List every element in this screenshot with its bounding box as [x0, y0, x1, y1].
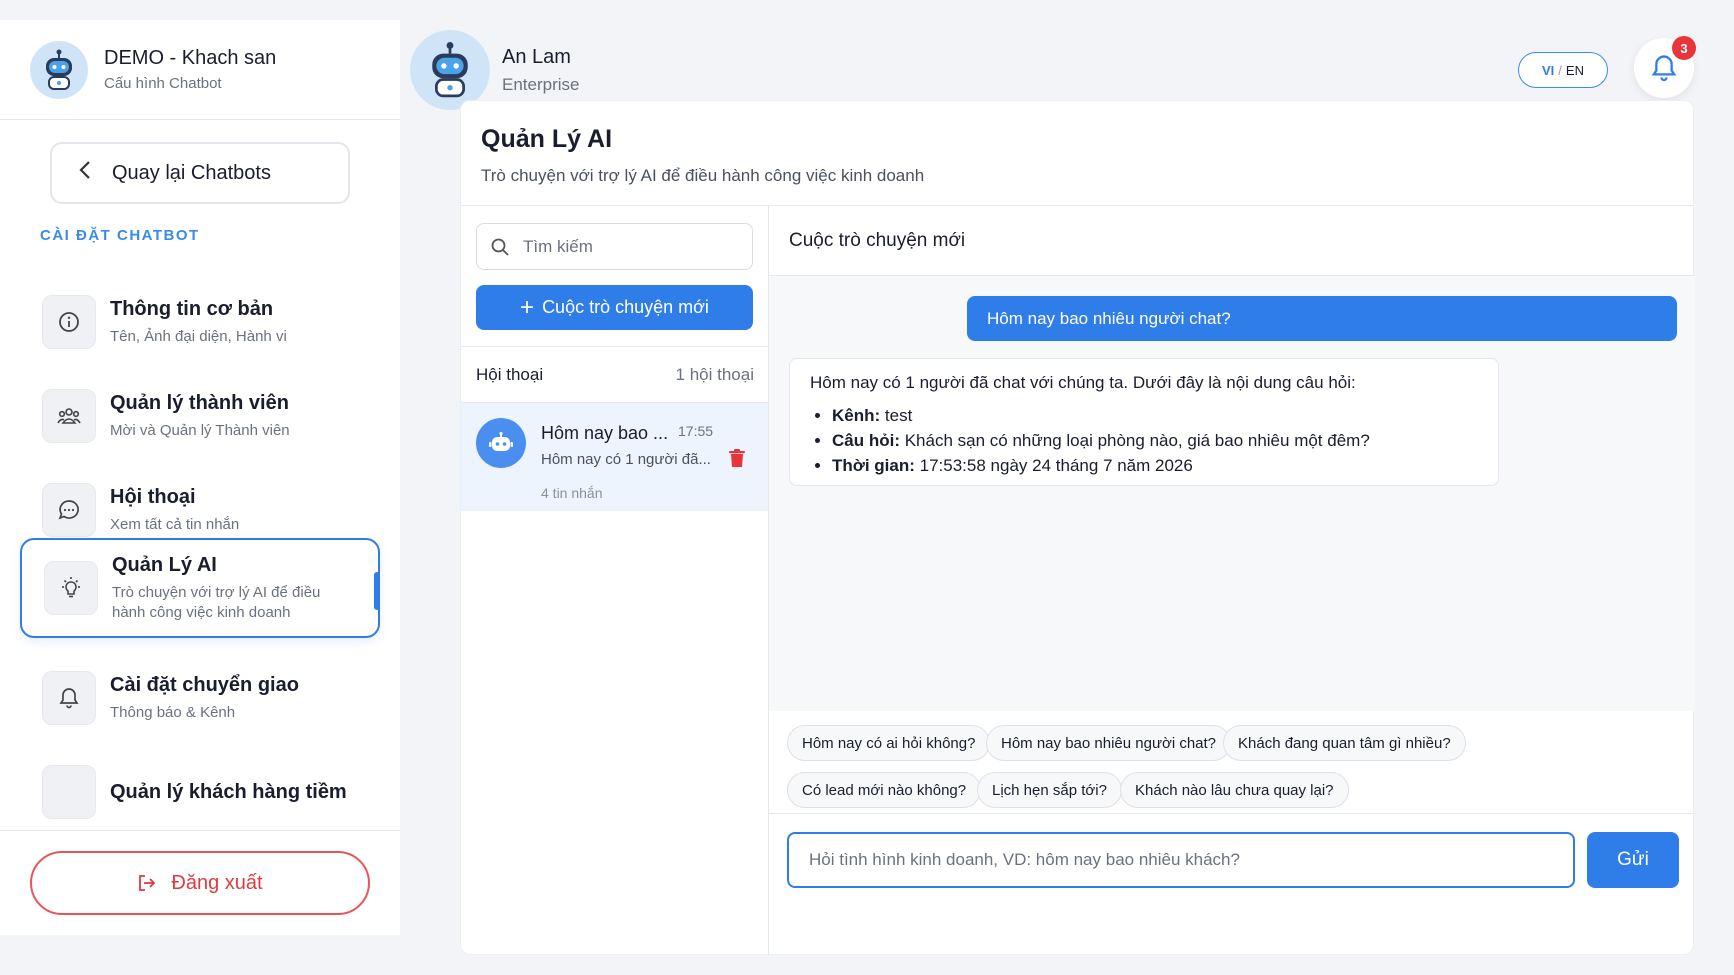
menu-item-desc: Xem tất cả tin nhắn	[110, 515, 240, 533]
chat-panel: Cuộc trò chuyện mới Hôm nay bao nhiêu ng…	[769, 206, 1695, 956]
user-profile[interactable]: An Lam Enterprise	[410, 30, 579, 110]
chatbot-name: DEMO - Khach san	[104, 47, 277, 69]
menu-item-title: Hội thoại	[110, 485, 196, 508]
conversation-title: Hôm nay bao ...	[541, 423, 669, 443]
send-button[interactable]: Gửi	[1587, 832, 1679, 888]
logout-icon	[139, 875, 156, 891]
bot-item-value: test	[880, 406, 913, 425]
robot-icon	[489, 432, 513, 451]
search-input[interactable]	[523, 236, 723, 257]
menu-item-title: Thông tin cơ bản	[110, 297, 274, 320]
menu-item-desc-line1: Trò chuyện với trợ lý AI để điều	[112, 583, 321, 601]
menu-item-ai-management[interactable]: Quản Lý AI Trò chuyện với trợ lý AI để đ…	[20, 538, 380, 638]
menu-item-handoff-settings[interactable]: Cài đặt chuyển giao Thông báo & Kênh	[20, 648, 380, 748]
menu-item-desc: Thông báo & Kênh	[110, 703, 236, 721]
menu-item-desc: Tên, Ảnh đại diện, Hành vi	[110, 327, 287, 345]
lead-icon	[42, 765, 96, 819]
info-icon	[42, 295, 96, 349]
menu-item-desc: Mời và Quản lý Thành viên	[110, 421, 290, 439]
conversation-count: 1 hội thoại	[675, 364, 754, 384]
suggestion-chip[interactable]: Khách đang quan tâm gì nhiều?	[1223, 725, 1466, 761]
bell-icon	[42, 671, 96, 725]
user-name: An Lam	[502, 45, 571, 68]
bot-item-label: Câu hỏi:	[832, 431, 900, 450]
bot-message-item: Kênh: test	[832, 403, 1478, 428]
conversation-time: 17:55	[678, 423, 714, 439]
settings-menu: Thông tin cơ bản Tên, Ảnh đại diện, Hành…	[0, 272, 400, 828]
trash-icon	[729, 449, 745, 467]
menu-item-basic-info[interactable]: Thông tin cơ bản Tên, Ảnh đại diện, Hành…	[20, 272, 380, 372]
conversation-list-panel: + Cuộc trò chuyện mới Hội thoại 1 hội th…	[461, 206, 769, 956]
chat-messages: Hôm nay bao nhiêu người chat? Hôm nay có…	[769, 276, 1695, 711]
menu-item-title: Quản lý thành viên	[110, 391, 289, 414]
notification-badge: 3	[1672, 36, 1696, 60]
suggestion-chip[interactable]: Có lead mới nào không?	[787, 772, 982, 808]
chevron-left-icon	[78, 160, 92, 186]
suggestion-chips: Hôm nay có ai hỏi không? Hôm nay bao nhi…	[769, 711, 1695, 814]
main-header: Quản Lý AI Trò chuyện với trợ lý AI để đ…	[461, 101, 1693, 206]
lightbulb-icon	[44, 561, 98, 615]
conversation-list-title: Hội thoại	[476, 364, 544, 384]
plus-icon: +	[520, 293, 535, 321]
conversation-item[interactable]: Hôm nay bao ... 17:55 Hôm nay có 1 người…	[461, 403, 768, 511]
conversation-preview: Hôm nay có 1 người đã...	[541, 451, 711, 468]
sidebar-header: DEMO - Khach san Cấu hình Chatbot	[0, 20, 400, 120]
bot-message-item: Thời gian: 17:53:58 ngày 24 tháng 7 năm …	[832, 453, 1478, 478]
user-avatar	[410, 30, 490, 110]
bot-message-item: Câu hỏi: Khách sạn có những loại phòng n…	[832, 428, 1478, 453]
menu-item-title: Cài đặt chuyển giao	[110, 673, 299, 696]
lang-en: EN	[1565, 62, 1584, 78]
page-subtitle: Trò chuyện với trợ lý AI để điều hành cô…	[481, 166, 925, 185]
menu-item-leads[interactable]: Quản lý khách hàng tiềm	[20, 742, 380, 828]
conversation-list-header: Hội thoại 1 hội thoại	[461, 346, 768, 403]
delete-conversation-button[interactable]	[729, 449, 745, 472]
robot-icon	[432, 42, 468, 98]
conversation-message-count: 4 tin nhắn	[541, 485, 603, 501]
menu-item-desc: Trò chuyện với trợ lý AI để điều hành cô…	[112, 583, 320, 623]
menu-item-desc-line2: hành công việc kinh doanh	[112, 603, 291, 621]
page-title: Quản Lý AI	[481, 125, 613, 153]
user-message-bubble: Hôm nay bao nhiêu người chat?	[967, 296, 1677, 341]
section-label: CÀI ĐẶT CHATBOT	[40, 227, 200, 244]
chat-bubble-icon	[42, 483, 96, 537]
chat-input[interactable]	[787, 832, 1575, 888]
menu-item-title: Quản lý khách hàng tiềm	[110, 780, 347, 803]
search-icon	[491, 238, 509, 256]
sidebar-footer: Đăng xuất	[0, 830, 400, 935]
bot-message-list: Kênh: test Câu hỏi: Khách sạn có những l…	[810, 403, 1478, 478]
bot-item-value: 17:53:58 ngày 24 tháng 7 năm 2026	[914, 456, 1193, 475]
suggestion-chip[interactable]: Hôm nay có ai hỏi không?	[787, 725, 991, 761]
lang-vi: VI	[1542, 62, 1555, 78]
bot-message-bubble: Hôm nay có 1 người đã chat với chúng ta.…	[789, 358, 1499, 486]
logout-button[interactable]: Đăng xuất	[30, 851, 370, 915]
bell-icon	[1651, 55, 1677, 82]
sidebar: DEMO - Khach san Cấu hình Chatbot Quay l…	[0, 20, 400, 935]
bot-avatar	[476, 418, 526, 468]
suggestion-chip[interactable]: Lịch hẹn sắp tới?	[977, 772, 1122, 808]
menu-item-title: Quản Lý AI	[112, 553, 217, 576]
chat-input-row: Gửi	[769, 814, 1695, 956]
robot-icon	[46, 49, 72, 90]
bot-item-label: Thời gian:	[832, 456, 915, 475]
suggestion-chip[interactable]: Hôm nay bao nhiêu người chat?	[986, 725, 1232, 761]
user-plan: Enterprise	[502, 74, 580, 94]
language-toggle[interactable]: VI / EN	[1518, 52, 1608, 88]
new-conversation-button[interactable]: + Cuộc trò chuyện mới	[476, 285, 753, 330]
back-to-chatbots-button[interactable]: Quay lại Chatbots	[50, 142, 350, 204]
new-conversation-label: Cuộc trò chuyện mới	[542, 297, 709, 317]
chat-header: Cuộc trò chuyện mới	[769, 206, 1695, 276]
users-icon	[42, 389, 96, 443]
search-box[interactable]	[476, 223, 753, 270]
bot-item-label: Kênh:	[832, 406, 881, 425]
main-panel: Quản Lý AI Trò chuyện với trợ lý AI để đ…	[460, 100, 1695, 956]
suggestion-chip[interactable]: Khách nào lâu chưa quay lại?	[1120, 772, 1349, 808]
bot-item-value: Khách sạn có những loại phòng nào, giá b…	[900, 431, 1370, 450]
menu-item-members[interactable]: Quản lý thành viên Mời và Quản lý Thành …	[20, 366, 380, 466]
back-button-label: Quay lại Chatbots	[112, 161, 271, 184]
chatbot-avatar	[30, 40, 88, 99]
bot-message-intro: Hôm nay có 1 người đã chat với chúng ta.…	[810, 373, 1356, 392]
chatbot-subtitle: Cấu hình Chatbot	[104, 75, 222, 92]
logout-label: Đăng xuất	[171, 871, 263, 894]
lang-separator: /	[1558, 62, 1562, 78]
